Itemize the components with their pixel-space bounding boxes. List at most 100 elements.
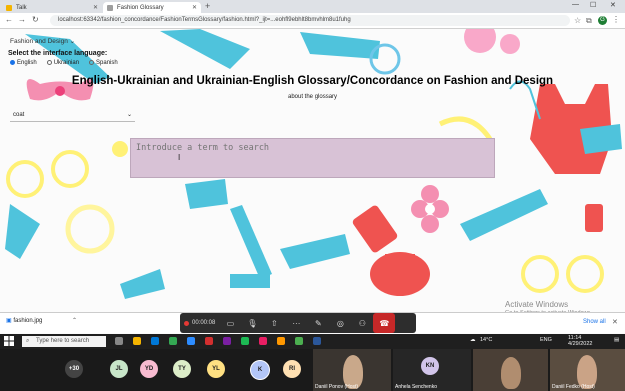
term-search-input[interactable] (130, 138, 495, 178)
chat-icon[interactable]: ◎ (329, 313, 351, 333)
chrome-icon[interactable] (169, 337, 177, 345)
radio-button-icon[interactable] (89, 60, 95, 65)
page-content: Fashion and Design ⌄ Select the interfac… (0, 29, 625, 334)
more-participants-badge[interactable]: +30 (65, 360, 83, 378)
end-call-button[interactable]: ☎ (373, 313, 396, 333)
participant-avatar[interactable]: YD (140, 360, 158, 378)
interface-language-title: Select the interface language: (8, 50, 108, 57)
file-explorer-icon[interactable] (133, 337, 141, 345)
close-icon[interactable]: ✕ (93, 4, 98, 11)
participant-video[interactable]: Daniil Fedko (Host) (550, 349, 625, 391)
task-view-icon[interactable] (115, 337, 123, 345)
language-indicator[interactable]: ENG (540, 337, 552, 343)
participant-video[interactable]: Daniil Ponov (Host) (313, 349, 391, 391)
participant-name: Daniil Fedko (Host) (552, 384, 595, 390)
participant-name: Anhela Senchenko (395, 384, 437, 390)
spotify-icon[interactable] (241, 337, 249, 345)
domain-dropdown[interactable]: Fashion and Design ⌄ (10, 37, 75, 45)
glossary-language-select[interactable]: coat ⌄ (10, 109, 135, 122)
tab-label: Talk (16, 4, 27, 11)
word-icon[interactable] (313, 337, 321, 345)
app-icon[interactable] (205, 337, 213, 345)
annotate-icon[interactable]: ✎ (307, 313, 329, 333)
recording-timer: 00:00:08 (192, 320, 216, 326)
address-bar-row: ← → ↻ localhost:63342/fashion_concordanc… (0, 13, 625, 29)
participants-strip: +30 JL YD TY YL K RI Daniil Ponov (Host)… (0, 349, 625, 391)
profile-avatar[interactable]: G (598, 16, 607, 25)
domain-dropdown-label: Fashion and Design (10, 38, 68, 45)
participant-figure (501, 357, 521, 389)
temperature-text: 14°C (480, 337, 493, 343)
chevron-up-icon[interactable]: ⌃ (72, 318, 77, 324)
radio-english[interactable]: English (10, 60, 37, 66)
close-icon[interactable]: ✕ (612, 318, 618, 326)
app-icon[interactable] (277, 337, 285, 345)
close-window-icon[interactable]: ✕ (610, 1, 616, 9)
edge-icon[interactable] (151, 337, 159, 345)
teams-icon[interactable] (223, 337, 231, 345)
participant-avatar[interactable]: YL (207, 360, 225, 378)
menu-icon[interactable]: ⋮ (612, 15, 620, 24)
meeting-toolbar: 00:00:08 ▭ 🎙 ⇧ ··· ✎ ◎ ⚇ ☎ (180, 313, 416, 333)
back-icon[interactable]: ← (5, 15, 13, 24)
windows-taskbar: ⌕ Type here to search ☁ 14°C ENG 11:14 4… (0, 334, 625, 349)
text-cursor-icon: I (178, 153, 181, 162)
forward-icon[interactable]: → (18, 15, 26, 24)
participant-avatar[interactable]: RI (283, 360, 301, 378)
participants-icon[interactable]: ⚇ (351, 313, 373, 333)
page-title: English-Ukrainian and Ukrainian-English … (71, 75, 554, 87)
file-image-icon: ▣ (6, 318, 12, 324)
participant-tile[interactable]: KN Anhela Senchenko (393, 349, 471, 391)
participant-video[interactable] (473, 349, 548, 391)
show-all-downloads-button[interactable]: Show all (583, 319, 606, 325)
radio-ukrainian[interactable]: Ukrainian (46, 60, 79, 66)
record-dot-icon (184, 320, 189, 326)
app-icon[interactable] (259, 337, 267, 345)
recording-indicator: 00:00:08 (180, 320, 219, 326)
radio-spanish[interactable]: Spanish (89, 60, 118, 66)
search-icon: ⌕ (26, 338, 30, 344)
tab-label: Fashion Glossary (117, 4, 164, 11)
participant-name: Daniil Ponov (Host) (315, 384, 359, 390)
new-tab-icon[interactable]: + (205, 1, 210, 11)
mute-microphone-icon[interactable]: 🎙 (241, 313, 263, 333)
url-input[interactable]: localhost:63342/fashion_concordance/Fash… (50, 15, 570, 26)
radio-label: Spanish (96, 60, 118, 66)
radio-label: English (17, 60, 37, 66)
about-glossary-link[interactable]: about the glossary (288, 94, 337, 100)
share-screen-icon[interactable]: ⇧ (263, 313, 285, 333)
radio-button-icon[interactable] (10, 60, 15, 65)
activation-watermark-title: Activate Windows (505, 300, 569, 309)
chevron-down-icon: ⌄ (126, 112, 132, 118)
downloaded-file-name: fashion.jpg (13, 318, 43, 324)
maximize-icon[interactable]: ☐ (590, 1, 596, 9)
bookmark-star-icon[interactable]: ☆ (574, 16, 581, 25)
stop-video-icon[interactable]: ▭ (219, 313, 241, 333)
participant-avatar[interactable]: K (250, 360, 270, 380)
participant-avatar: KN (421, 357, 439, 375)
excel-icon[interactable] (295, 337, 303, 345)
close-icon[interactable]: ✕ (192, 4, 197, 11)
interface-language-options: English Ukrainian Spanish (10, 60, 118, 66)
more-icon[interactable]: ··· (285, 313, 307, 333)
tab-fashion-glossary[interactable]: Fashion Glossary ✕ (103, 2, 201, 13)
chevron-down-icon: ⌄ (69, 38, 76, 45)
select-value: coat (13, 112, 25, 118)
tab-talk[interactable]: Talk ✕ (2, 2, 102, 13)
windows-start-icon[interactable] (4, 336, 14, 346)
extensions-icon[interactable]: ⧉ (586, 16, 592, 26)
notifications-icon[interactable]: ▤ (614, 337, 619, 343)
participant-avatar[interactable]: JL (110, 360, 128, 378)
participant-avatar[interactable]: TY (173, 360, 191, 378)
browser-tab-bar: Talk ✕ Fashion Glossary ✕ + — ☐ ✕ (0, 0, 625, 13)
radio-button-icon[interactable] (46, 60, 52, 65)
weather-icon[interactable]: ☁ (470, 337, 476, 343)
clock-date[interactable]: 4/29/2022 (568, 341, 592, 347)
taskbar-search-input[interactable]: ⌕ Type here to search (22, 336, 106, 347)
zoom-icon[interactable] (187, 337, 195, 345)
minimize-icon[interactable]: — (572, 1, 579, 8)
taskbar-search-placeholder: Type here to search (36, 338, 90, 344)
tab-favicon (107, 4, 113, 11)
reload-icon[interactable]: ↻ (32, 15, 39, 24)
downloaded-file-item[interactable]: ▣ fashion.jpg ⌃ (6, 317, 77, 324)
